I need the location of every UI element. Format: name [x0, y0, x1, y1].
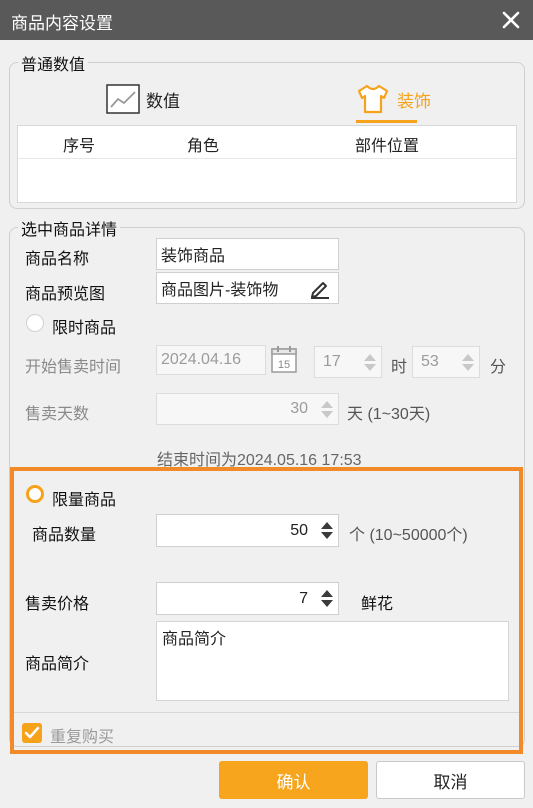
- start-time-label: 开始售卖时间: [25, 359, 122, 376]
- limited-quantity-radio[interactable]: [26, 485, 44, 503]
- quantity-label: 商品数量: [32, 527, 97, 544]
- title-bar: 商品内容设置: [0, 0, 533, 40]
- normal-values-legend: 普通数值: [18, 51, 89, 75]
- minute-value: 53: [421, 353, 439, 370]
- col-header-role: 角色: [187, 138, 220, 155]
- description-textarea[interactable]: 商品简介: [156, 621, 509, 701]
- active-tab-underline: [356, 120, 417, 123]
- start-date-value: 2024.04.16: [161, 351, 242, 368]
- confirm-button[interactable]: 确认: [219, 761, 368, 799]
- repeat-purchase-checkbox[interactable]: [22, 723, 42, 743]
- tab-decoration-label: 装饰: [397, 91, 431, 111]
- days-hint: 天 (1~30天): [347, 406, 431, 423]
- check-icon: [24, 726, 40, 739]
- col-header-part-position: 部件位置: [355, 138, 420, 155]
- shirt-icon: [357, 84, 389, 114]
- hour-unit: 时: [391, 359, 408, 376]
- calendar-icon[interactable]: 15: [270, 344, 298, 374]
- tab-values-label: 数值: [146, 91, 180, 111]
- tab-decoration[interactable]: 装饰: [355, 82, 431, 116]
- days-label: 售卖天数: [25, 406, 90, 423]
- preview-value: 商品图片-装饰物: [161, 282, 279, 299]
- chart-icon: [106, 84, 140, 114]
- start-date-input[interactable]: 2024.04.16: [156, 345, 266, 375]
- minute-spin[interactable]: [457, 347, 479, 377]
- name-label: 商品名称: [25, 251, 90, 268]
- limited-quantity-label: 限量商品: [52, 492, 117, 509]
- window-title: 商品内容设置: [11, 14, 113, 33]
- close-icon[interactable]: [499, 8, 523, 32]
- days-spin[interactable]: [316, 394, 338, 424]
- hour-spin[interactable]: [359, 347, 381, 377]
- price-spin[interactable]: [316, 583, 338, 614]
- quantity-value: 50: [290, 521, 308, 539]
- hour-stepper[interactable]: 17: [314, 346, 382, 378]
- minute-unit: 分: [490, 359, 507, 376]
- description-label: 商品简介: [25, 656, 90, 673]
- calendar-day: 15: [278, 359, 290, 371]
- col-header-index: 序号: [63, 138, 96, 155]
- quantity-spin[interactable]: [316, 515, 338, 546]
- name-value: 装饰商品: [161, 248, 226, 265]
- preview-input[interactable]: 商品图片-装饰物: [156, 272, 339, 304]
- cancel-button[interactable]: 取消: [376, 761, 525, 799]
- table-header-divider: [18, 158, 516, 159]
- days-stepper[interactable]: 30: [156, 393, 339, 425]
- repeat-divider: [14, 712, 519, 713]
- days-value: 30: [290, 400, 308, 417]
- hour-value: 17: [323, 353, 341, 370]
- price-stepper[interactable]: 7: [156, 582, 339, 615]
- price-value: 7: [299, 589, 308, 607]
- quantity-stepper[interactable]: 50: [156, 514, 339, 547]
- preview-label: 商品预览图: [25, 286, 106, 303]
- quantity-hint: 个 (10~50000个): [349, 527, 468, 544]
- limited-time-label: 限时商品: [52, 320, 117, 337]
- name-input[interactable]: 装饰商品: [156, 238, 339, 270]
- details-legend: 选中商品详情: [18, 216, 121, 240]
- edit-pencil-icon[interactable]: [308, 276, 332, 300]
- parts-table: 序号 角色 部件位置: [17, 125, 517, 203]
- repeat-purchase-label: 重复购买: [50, 729, 115, 746]
- minute-stepper[interactable]: 53: [412, 346, 480, 378]
- description-value: 商品简介: [162, 631, 227, 648]
- tab-values[interactable]: 数值: [106, 82, 180, 116]
- limited-time-radio[interactable]: [26, 314, 44, 332]
- price-label: 售卖价格: [25, 596, 90, 613]
- price-unit: 鲜花: [361, 596, 394, 613]
